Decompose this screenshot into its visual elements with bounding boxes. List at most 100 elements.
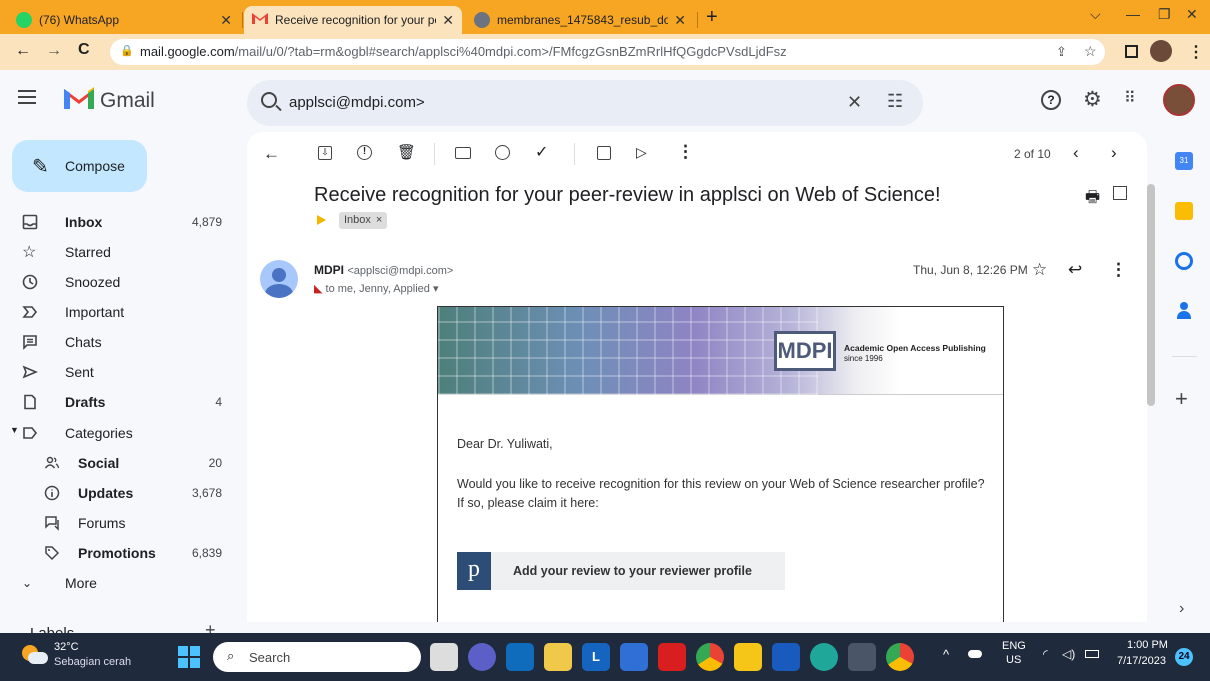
teams-icon[interactable] <box>468 643 496 671</box>
weather-icon[interactable] <box>22 645 48 665</box>
snooze-icon[interactable] <box>495 145 510 160</box>
sidebar-item-forums[interactable]: Forums <box>0 508 238 538</box>
delete-icon[interactable]: 🗑 <box>397 143 416 161</box>
sidebar-item-updates[interactable]: Updates 3,678 <box>0 478 238 508</box>
caret-down-icon[interactable]: ▼ <box>10 425 19 435</box>
star-icon[interactable]: ☆ <box>1032 260 1047 280</box>
tray-chevron-icon[interactable]: ^ <box>943 647 949 662</box>
sender-avatar[interactable] <box>260 260 298 298</box>
tab-gmail[interactable]: Receive recognition for your peer ✕ <box>244 6 462 34</box>
sidebar-item-sent[interactable]: Sent <box>0 357 238 387</box>
battery-icon[interactable] <box>1085 650 1099 658</box>
sidebar-item-promotions[interactable]: Promotions 6,839 <box>0 538 238 568</box>
restore-button[interactable]: ❐ <box>1158 6 1171 23</box>
back-icon[interactable]: ← <box>15 42 31 60</box>
calendar-icon[interactable]: 31 <box>1175 152 1193 170</box>
recipients-line[interactable]: ◣ to me, Jenny, Applied ▾ <box>314 282 439 295</box>
mark-unread-icon[interactable] <box>455 147 471 159</box>
window-close-button[interactable]: ✕ <box>1186 6 1198 23</box>
compose-button[interactable]: ✎ Compose <box>12 140 147 192</box>
tab-membranes[interactable]: membranes_1475843_resub_doc ✕ <box>466 6 694 34</box>
scrollbar-thumb[interactable] <box>1147 184 1155 406</box>
contacts-icon[interactable] <box>1177 302 1191 320</box>
sidebar-item-starred[interactable]: ☆ Starred <box>0 237 238 267</box>
address-bar[interactable]: 🔒 mail.google.com/mail/u/0/?tab=rm&ogbl#… <box>110 39 1105 65</box>
chrome-icon[interactable] <box>696 643 724 671</box>
chrome-profile-icon[interactable] <box>886 643 914 671</box>
lang-top[interactable]: ENG <box>1002 640 1026 652</box>
close-icon[interactable]: ✕ <box>220 12 232 29</box>
open-new-window-icon[interactable] <box>1113 186 1127 200</box>
main-menu-icon[interactable] <box>18 90 36 104</box>
reload-icon[interactable]: C <box>78 41 90 59</box>
acrobat-icon[interactable] <box>658 643 686 671</box>
sidebar-item-chats[interactable]: Chats <box>0 327 238 357</box>
windows-start-icon[interactable] <box>178 646 200 668</box>
browser-menu-icon[interactable]: ⋮ <box>1188 42 1204 62</box>
move-to-icon[interactable] <box>597 146 611 160</box>
sidebar-item-social[interactable]: Social 20 <box>0 448 238 478</box>
newer-chevron-icon[interactable]: ‹ <box>1073 143 1079 163</box>
file-explorer-icon[interactable] <box>734 643 762 671</box>
settings-gear-icon[interactable]: ⚙ <box>1083 87 1102 112</box>
print-icon[interactable]: 🖶 <box>1085 186 1100 213</box>
sidebar-item-snoozed[interactable]: Snoozed <box>0 267 238 297</box>
close-icon[interactable]: ✕ <box>674 12 686 29</box>
notepad-icon[interactable] <box>544 643 572 671</box>
search-input[interactable]: applsci@mdpi.com> <box>289 94 425 111</box>
add-task-icon[interactable]: ✓ <box>535 142 548 162</box>
sidebar-item-more[interactable]: ⌄ More <box>0 568 238 598</box>
importance-marker-icon[interactable] <box>317 215 326 225</box>
tasks-icon[interactable] <box>1175 252 1193 270</box>
help-icon[interactable]: ? <box>1041 90 1061 110</box>
message-more-icon[interactable]: ⋮ <box>1110 260 1127 280</box>
expand-panel-icon[interactable]: › <box>1179 600 1184 618</box>
lync-icon[interactable]: L <box>582 643 610 671</box>
archive-icon[interactable]: ⇩ <box>318 146 332 160</box>
apps-grid-icon[interactable]: ⠿ <box>1124 88 1136 108</box>
gmail-logo[interactable] <box>64 87 94 109</box>
report-spam-icon[interactable]: ! <box>357 145 372 160</box>
back-to-list-icon[interactable]: ← <box>263 144 280 164</box>
more-actions-icon[interactable]: ⋮ <box>677 142 694 162</box>
task-view-icon[interactable] <box>430 643 458 671</box>
star-icon: ☆ <box>22 244 37 261</box>
tab-search-icon[interactable]: ⌵ <box>1090 6 1101 23</box>
windows-taskbar: 32°C Sebagian cerah ⌕ Search L ^ ENG US … <box>0 633 1210 681</box>
label-chip-inbox[interactable]: Inbox × <box>339 212 388 229</box>
add-review-button[interactable]: p Add your review to your reviewer profi… <box>457 552 785 590</box>
add-addon-icon[interactable]: + <box>1175 386 1188 412</box>
older-chevron-icon[interactable]: › <box>1111 143 1117 163</box>
tab-whatsapp[interactable]: (76) WhatsApp ✕ <box>8 6 240 34</box>
notification-badge[interactable]: 24 <box>1175 648 1193 666</box>
sidebar-item-important[interactable]: Important <box>0 297 238 327</box>
clear-search-icon[interactable]: ✕ <box>847 92 862 113</box>
keep-icon[interactable] <box>1175 202 1193 220</box>
onedrive-icon[interactable] <box>968 650 982 658</box>
forward-icon[interactable]: → <box>46 42 62 60</box>
word-icon[interactable] <box>772 643 800 671</box>
sidebar-item-drafts[interactable]: Drafts 4 <box>0 387 238 417</box>
reply-icon[interactable]: ↩ <box>1068 260 1082 280</box>
clock-time[interactable]: 1:00 PM <box>1127 639 1168 651</box>
share-icon[interactable]: ⇪ <box>1056 44 1067 60</box>
labels-icon[interactable]: ▷ <box>636 144 647 161</box>
profile-avatar[interactable] <box>1150 40 1172 62</box>
chrome-active-icon[interactable] <box>848 643 876 671</box>
edge-icon[interactable] <box>810 643 838 671</box>
mail-icon[interactable] <box>506 643 534 671</box>
side-panel-icon[interactable] <box>1125 45 1138 58</box>
search-options-icon[interactable]: ☷ <box>887 91 903 112</box>
sidebar-item-categories[interactable]: ▼ Categories <box>0 418 238 448</box>
bookmark-star-icon[interactable]: ☆ <box>1084 43 1097 60</box>
sidebar-item-inbox[interactable]: Inbox 4,879 <box>0 207 238 237</box>
close-icon[interactable]: ✕ <box>442 12 454 29</box>
taskbar-search-box[interactable]: ⌕ Search <box>213 642 421 672</box>
volume-icon[interactable]: ◁) <box>1062 647 1075 661</box>
wifi-icon[interactable]: ◜ <box>1043 647 1048 661</box>
remove-label-icon[interactable]: × <box>376 214 382 227</box>
photos-icon[interactable] <box>620 643 648 671</box>
account-avatar[interactable] <box>1163 84 1195 116</box>
new-tab-button[interactable]: + <box>706 6 718 29</box>
minimize-button[interactable]: — <box>1126 6 1140 22</box>
